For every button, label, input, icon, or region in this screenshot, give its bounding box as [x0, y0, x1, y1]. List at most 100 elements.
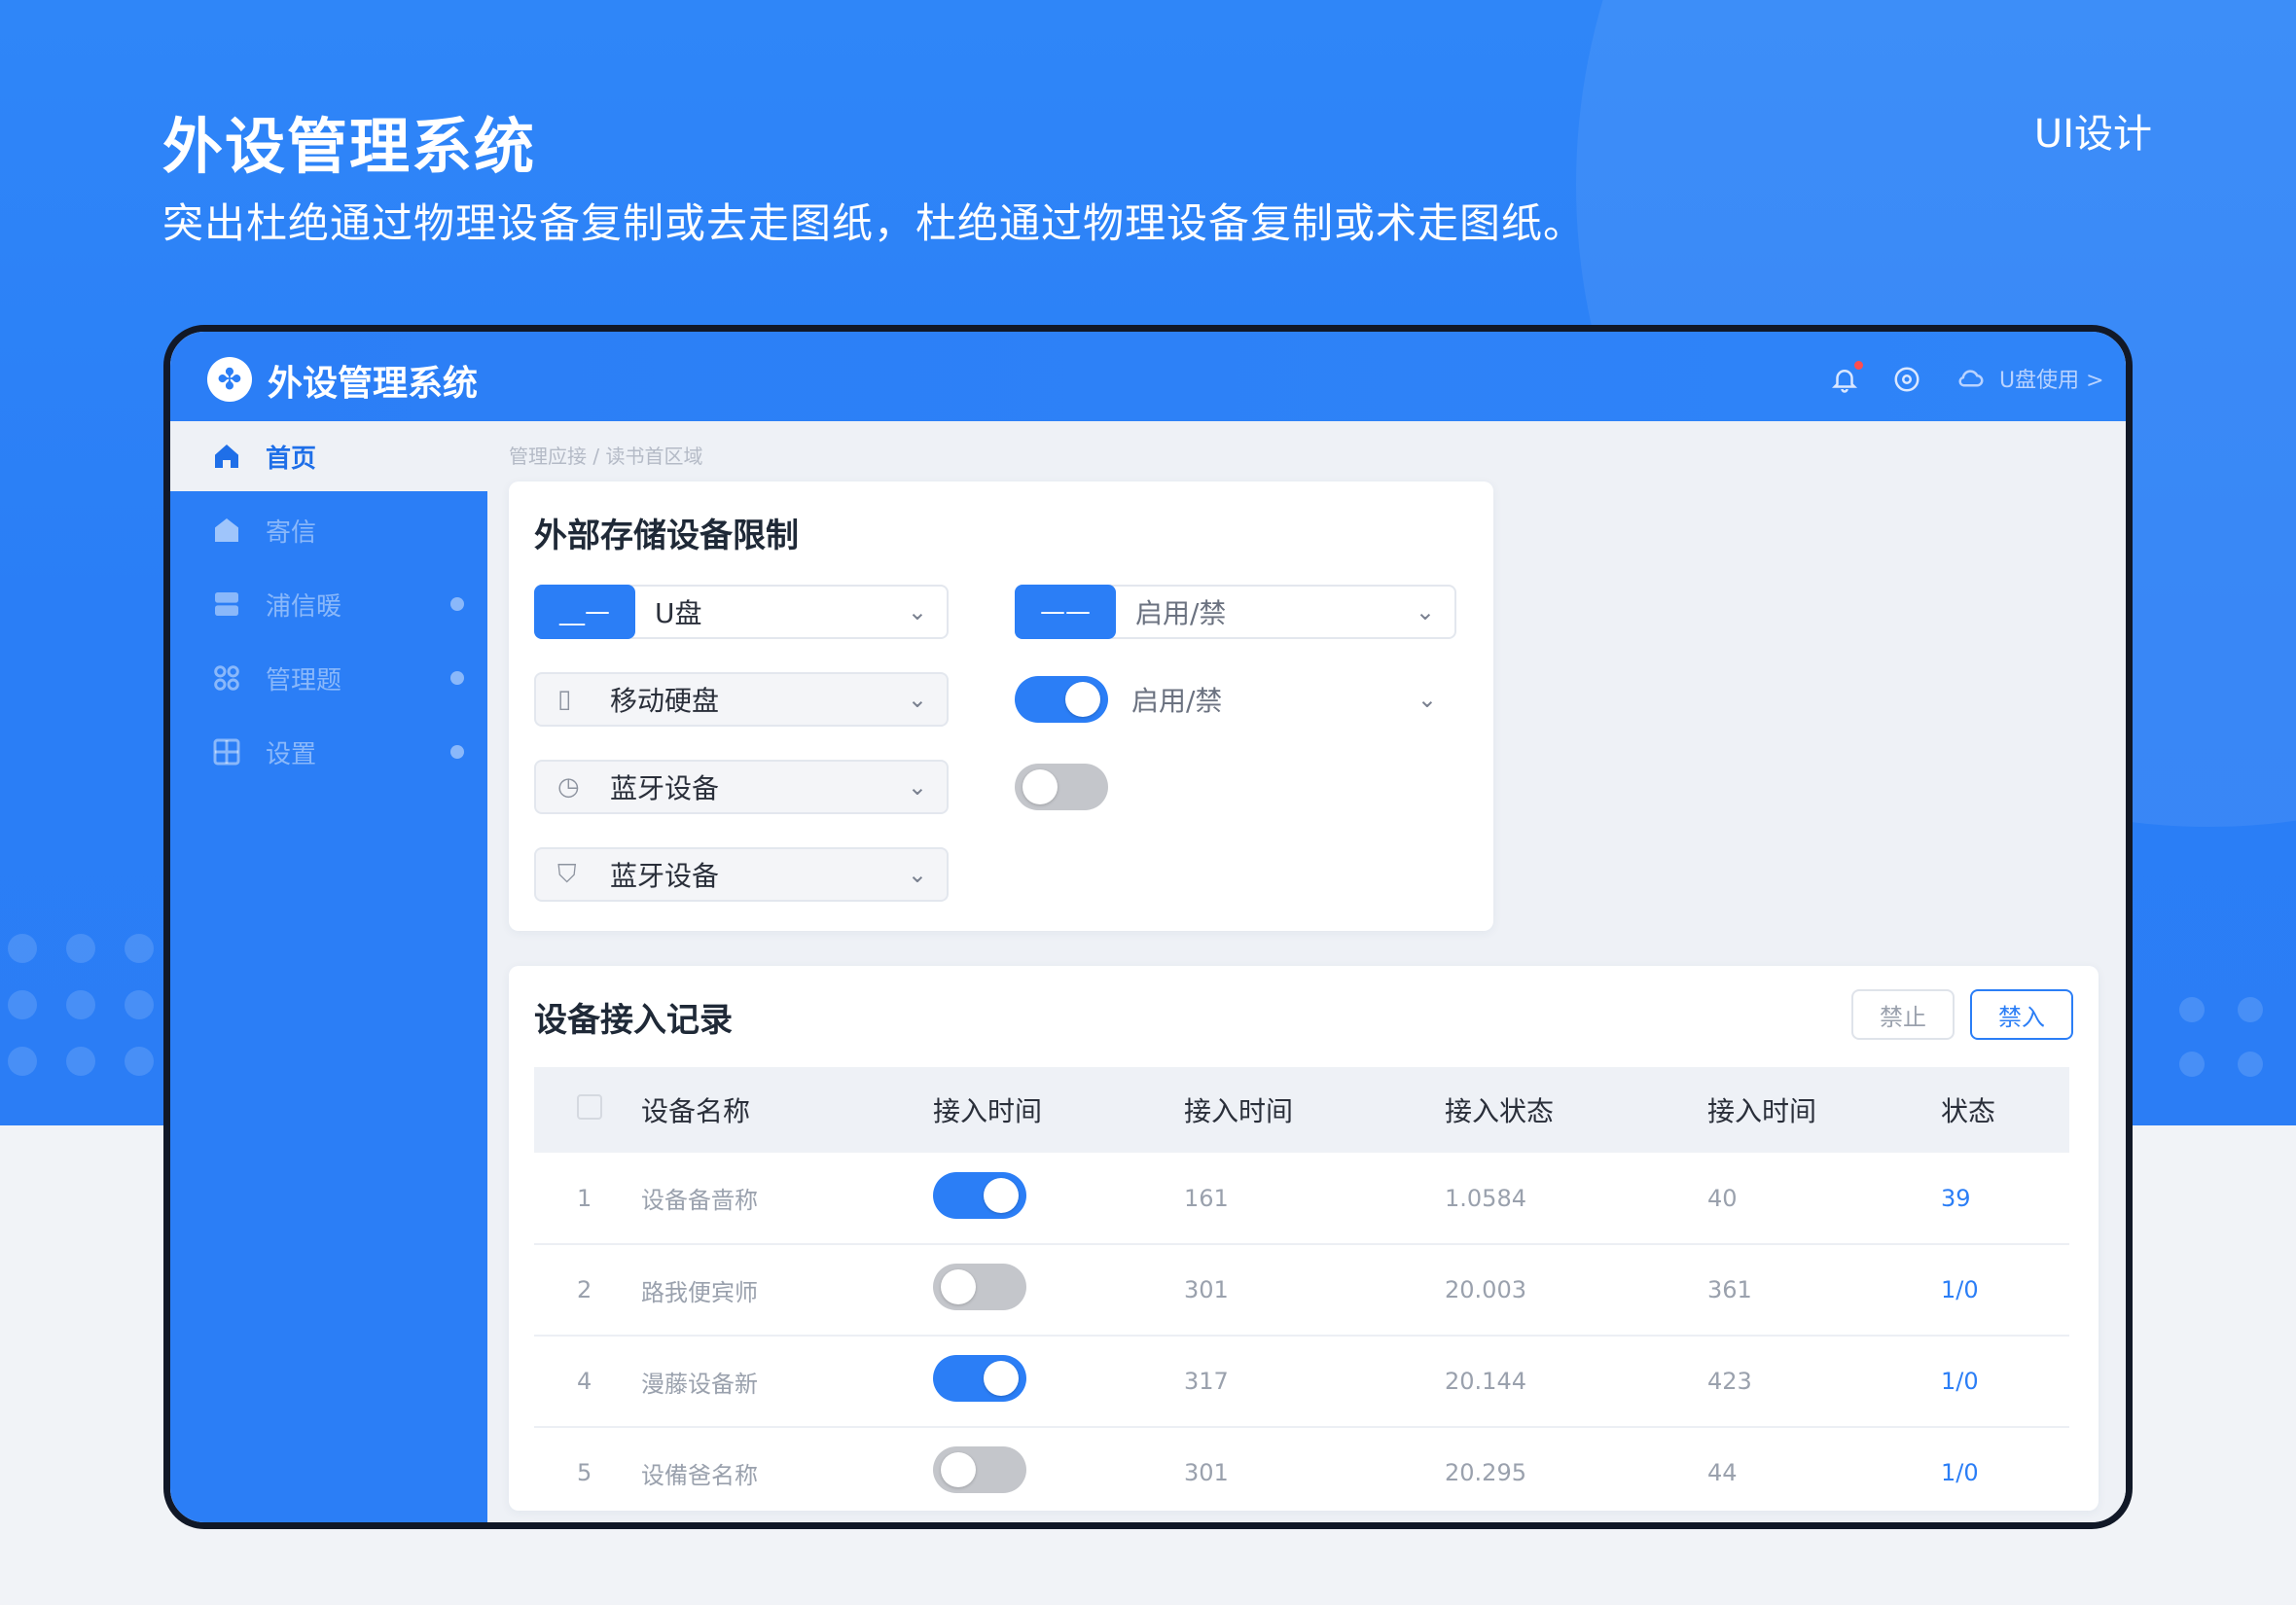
page-subtitle: 突出杜绝通过物理设备复制或去走图纸，杜绝通过物理设备复制或术走图纸。 [162, 199, 1586, 247]
sidebar-item-mail[interactable]: 寄信 [170, 495, 487, 565]
decorative-dots [2179, 997, 2296, 1077]
table-row[interactable]: 5 设備爸名称 301 20.295 44 1/0 [534, 1427, 2069, 1519]
app-window: ✤ 外设管理系统 U盘使用 > 首页 寄信 浦信暖 管理题 设置 管理应接 / … [163, 325, 2133, 1529]
select-value: 蓝牙设备 [610, 860, 720, 892]
chevron-down-icon: ⌄ [1415, 598, 1435, 625]
table-row[interactable]: 2 路我便宾师 301 20.003 361 1/0 [534, 1244, 2069, 1337]
enable-select[interactable]: —— 启用/禁 ⌄ [1015, 585, 1456, 639]
usb-type-pill: __— [534, 585, 635, 639]
records-card-title: 设备接入记录 [534, 1001, 733, 1040]
chevron-down-icon: ⌄ [907, 686, 927, 713]
toggle-cell [933, 1244, 1184, 1337]
enable-select-2[interactable]: 启用/禁 ⌄ [1015, 672, 1456, 727]
select-value: 启用/禁 [1131, 685, 1223, 717]
page-title: 外设管理系统 [162, 111, 537, 182]
expand-dot [450, 671, 464, 685]
access-time: 317 [1184, 1336, 1445, 1428]
access-status: 20.144 [1445, 1336, 1707, 1428]
app-topbar: ✤ 外设管理系统 U盘使用 > [170, 332, 2126, 421]
access-records-card: 设备接入记录 禁止 禁入 设备名称 接入时间 接入时间 接入状态 接入时间 状态… [509, 966, 2099, 1519]
hdd-select[interactable]: ▯ 移动硬盘 ⌄ [534, 672, 949, 727]
access-time: 301 [1184, 1427, 1445, 1519]
access-time: 361 [1707, 1244, 1941, 1337]
chevron-down-icon: ⌄ [907, 598, 927, 625]
table-row[interactable]: 1 设备备啬称 161 1.0584 40 39 [534, 1153, 2069, 1245]
main-content: 管理应接 / 读书首区域 外部存储设备限制 __— U盘 ⌄ ▯ 移动硬盘 ⌄ … [487, 421, 2126, 1522]
column-header: 状态 [1941, 1095, 1996, 1127]
access-toggle[interactable] [933, 1171, 1026, 1219]
hdd-toggle[interactable] [1015, 676, 1108, 723]
chevron-down-icon: ⌄ [1417, 686, 1437, 713]
sidebar-item-label: 寄信 [266, 517, 317, 548]
toggle-cell [933, 1336, 1184, 1428]
cloud-icon[interactable] [1955, 363, 1988, 396]
expand-dot [450, 597, 464, 611]
design-tag: UI设计 [2033, 112, 2152, 157]
bluetooth-select[interactable]: ◷ 蓝牙设备 ⌄ [534, 760, 949, 814]
storage-card-title: 外部存储设备限制 [534, 517, 799, 555]
access-status: 20.295 [1445, 1427, 1707, 1519]
storage-icon [209, 587, 244, 622]
status-value: 39 [1941, 1153, 2069, 1245]
select-value: 移动硬盘 [610, 685, 720, 717]
bluetooth-toggle[interactable] [1015, 764, 1108, 810]
select-value: U盘 [655, 597, 702, 629]
access-toggle[interactable] [933, 1355, 1026, 1402]
access-time: 301 [1184, 1244, 1445, 1337]
access-status: 20.003 [1445, 1244, 1707, 1337]
store-icon [209, 513, 244, 548]
select-value: 启用/禁 [1135, 597, 1227, 629]
pinwheel-logo-icon: ✤ [207, 357, 252, 402]
status-value: 1/0 [1941, 1244, 2069, 1337]
row-number: 1 [534, 1153, 641, 1245]
home-icon [209, 439, 244, 474]
app-name: 外设管理系统 [268, 364, 479, 404]
timer-icon: ◷ [557, 772, 580, 802]
user-menu-link[interactable]: U盘使用 > [1999, 363, 2104, 394]
sidebar-item-home[interactable]: 首页 [170, 421, 487, 491]
enable-pill: —— [1015, 585, 1116, 639]
enable-button[interactable]: 禁入 [1970, 989, 2073, 1040]
access-time: 161 [1184, 1153, 1445, 1245]
access-time: 44 [1707, 1427, 1941, 1519]
sidebar-item-label: 首页 [266, 444, 317, 474]
device-name: 路我便宾师 [641, 1244, 933, 1337]
access-time: 40 [1707, 1153, 1941, 1245]
storage-restriction-card: 外部存储设备限制 __— U盘 ⌄ ▯ 移动硬盘 ⌄ ◷ 蓝牙设备 ⌄ ⛉ 蓝牙… [509, 482, 1493, 931]
bell-icon[interactable] [1828, 361, 1863, 396]
disk-icon: ▯ [557, 685, 572, 714]
sidebar-item-settings[interactable]: 设置 [170, 717, 487, 787]
bluetooth-select-2[interactable]: ⛉ 蓝牙设备 ⌄ [534, 847, 949, 902]
column-header: 接入状态 [1445, 1095, 1555, 1127]
device-name: 设備爸名称 [641, 1427, 933, 1519]
sidebar-item-label: 浦信暖 [266, 591, 342, 622]
toggle-cell [933, 1153, 1184, 1245]
sidebar-item-label: 管理题 [266, 665, 342, 696]
sidebar-item-storage[interactable]: 浦信暖 [170, 569, 487, 639]
access-toggle[interactable] [933, 1264, 1026, 1310]
column-header: 接入时间 [1707, 1095, 1817, 1127]
status-value: 1/0 [1941, 1427, 2069, 1519]
row-number: 5 [534, 1427, 641, 1519]
grid-icon [209, 660, 244, 696]
usb-select[interactable]: __— U盘 ⌄ [534, 585, 949, 639]
breadcrumb[interactable]: 管理应接 / 读书首区域 [509, 441, 702, 469]
select-all-checkbox[interactable] [577, 1093, 602, 1120]
sidebar-item-manage[interactable]: 管理题 [170, 643, 487, 713]
access-status: 1.0584 [1445, 1153, 1707, 1245]
row-number: 2 [534, 1244, 641, 1337]
help-icon[interactable] [1890, 363, 1923, 396]
table-header-row: 设备名称 接入时间 接入时间 接入状态 接入时间 状态 [534, 1067, 2069, 1153]
notification-dot [1854, 361, 1863, 370]
access-toggle[interactable] [933, 1446, 1026, 1493]
row-number: 4 [534, 1336, 641, 1428]
column-header: 设备名称 [641, 1095, 751, 1127]
sidebar: 首页 寄信 浦信暖 管理题 设置 [170, 421, 487, 1522]
select-value: 蓝牙设备 [610, 772, 720, 804]
toggle-cell [933, 1427, 1184, 1519]
table-row[interactable]: 4 漫藤设备新 317 20.144 423 1/0 [534, 1336, 2069, 1428]
chevron-down-icon: ⌄ [907, 861, 927, 888]
disable-button[interactable]: 禁止 [1851, 989, 1955, 1040]
status-value: 1/0 [1941, 1336, 2069, 1428]
shield-icon: ⛉ [557, 859, 577, 889]
